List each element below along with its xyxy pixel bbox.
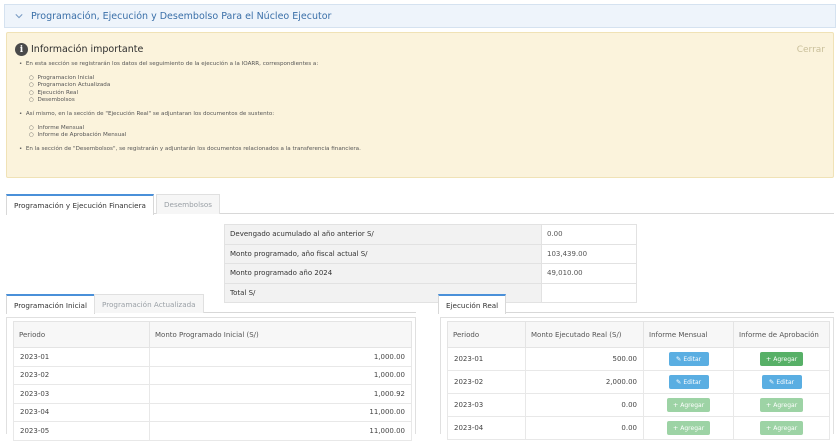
amount-cell: 1,000.00 [149,365,412,385]
period-cell: 2023-03 [447,393,526,417]
column-header: Monto Ejecutado Real (S/) [525,321,644,348]
summary-row: Monto programado año 2024 49,010.00 [224,263,637,284]
period-cell: 2023-04 [13,402,150,422]
summary-value: 49,010.00 [541,263,637,284]
table-row: 2023-03 1,000.92 [13,384,412,404]
tab-ejecucion-real[interactable]: Ejecución Real [438,294,507,314]
plus-icon: + [672,424,679,432]
amount-cell: 0.00 [525,416,644,440]
summary-row: Devengado acumulado al año anterior S/ 0… [224,224,637,245]
programacion-inicial-table: Periodo Monto Programado Inicial (S/) 20… [13,321,412,441]
period-cell: 2023-05 [13,421,150,441]
edit-icon: ✎ [675,378,682,386]
alert-title: Información importante [31,44,144,55]
edit-icon: ✎ [675,355,682,363]
alert-body: • En esta sección se registrarán los dat… [15,61,361,153]
amount-cell: 11,000.00 [149,402,412,422]
edit-icon: ✎ [768,378,775,386]
ejecucion-real-table: Periodo Monto Ejecutado Real (S/) Inform… [447,321,830,440]
summary-table: Devengado acumulado al año anterior S/ 0… [224,224,637,303]
alert-sub-item: ○ Informe de Aprobación Mensual [29,132,127,139]
period-cell: 2023-02 [13,365,150,385]
table-row: 2023-04 11,000.00 [13,402,412,422]
tab-programacion-inicial[interactable]: Programación Inicial [6,294,95,314]
chevron-down-icon [15,14,23,19]
informe-aprobacion-cell: + Agregar [733,416,830,440]
amount-cell: 2,000.00 [525,370,644,394]
period-cell: 2023-02 [447,370,526,394]
alert-line: • En esta sección se registrarán los dat… [19,61,319,67]
alert-title-row: i Información importante [15,43,143,56]
amount-cell: 11,000.00 [149,421,412,441]
edit-informe-mensual-button[interactable]: ✎ Editar [668,375,709,389]
column-header: Monto Programado Inicial (S/) [149,321,412,348]
programacion-tabs: Programación Inicial Programación Actual… [6,294,416,314]
column-header: Informe de Aprobación [733,321,830,348]
informe-aprobacion-cell: ✎ Editar [733,370,830,394]
section-header[interactable]: Programación, Ejecución y Desembolso Par… [4,4,836,28]
period-cell: 2023-04 [447,416,526,440]
column-header: Periodo [447,321,526,348]
period-cell: 2023-01 [447,347,526,371]
alert-close-button[interactable]: Cerrar [797,45,825,55]
tab-programacion-actualizada[interactable]: Programación Actualizada [94,294,204,313]
summary-row: Monto programado, año fiscal actual S/ 1… [224,243,637,264]
ejecucion-tabs: Ejecución Real [438,294,834,314]
plus-icon: + [672,401,679,409]
table-row: 2023-01 1,000.00 [13,347,412,367]
edit-informe-aprobacion-button[interactable]: ✎ Editar [761,375,802,389]
column-header: Informe Mensual [643,321,734,348]
period-cell: 2023-03 [13,384,150,404]
informe-aprobacion-cell: + Agregar [733,393,830,417]
main-tabs: Programación y Ejecución Financiera Dese… [6,194,834,215]
section-title: Programación, Ejecución y Desembolso Par… [31,10,332,22]
informe-mensual-cell: ✎ Editar [643,370,734,394]
table-row: 2023-02 1,000.00 [13,365,412,385]
summary-label: Monto programado, año fiscal actual S/ [224,243,542,264]
table-row: 2023-01 500.00 ✎ Editar + Agregar [447,347,830,371]
alert-line: • Así mismo, en la sección de "Ejecución… [19,110,275,117]
info-alert: i Información importante Cerrar • En est… [6,32,834,178]
informe-mensual-cell: ✎ Editar [643,347,734,371]
add-informe-aprobacion-button[interactable]: + Agregar [759,421,804,435]
alert-line: • En la sección de "Desembolsos", se reg… [19,145,361,152]
info-icon: i [15,43,28,56]
table-row: 2023-04 0.00 + Agregar + Agregar [447,416,830,440]
add-informe-aprobacion-button[interactable]: + Agregar [759,352,804,366]
column-header: Periodo [13,321,150,348]
alert-sub-item: ○ Ejecución Real [29,89,79,96]
tab-desembolsos[interactable]: Desembolsos [156,194,220,214]
summary-value: 0.00 [541,224,637,245]
summary-value: 103,439.00 [541,243,637,264]
table-row: 2023-05 11,000.00 [13,421,412,441]
table-row: 2023-02 2,000.00 ✎ Editar ✎ Editar [447,370,830,394]
table-header-row: Periodo Monto Programado Inicial (S/) [13,321,412,348]
informe-mensual-cell: + Agregar [643,393,734,417]
alert-sub-item: ○ Programacion Inicial [29,74,95,81]
period-cell: 2023-01 [13,347,150,367]
amount-cell: 0.00 [525,393,644,417]
amount-cell: 500.00 [525,347,644,371]
amount-cell: 1,000.92 [149,384,412,404]
alert-sub-item: ○ Desembolsos [29,97,75,104]
tab-programacion-ejecucion[interactable]: Programación y Ejecución Financiera [6,194,154,215]
amount-cell: 1,000.00 [149,347,412,367]
programacion-inicial-panel: Periodo Monto Programado Inicial (S/) 20… [6,317,416,441]
summary-label: Devengado acumulado al año anterior S/ [224,224,542,245]
ejecucion-real-panel: Periodo Monto Ejecutado Real (S/) Inform… [440,317,834,440]
add-informe-aprobacion-button[interactable]: + Agregar [759,398,804,412]
informe-mensual-cell: + Agregar [643,416,734,440]
informe-aprobacion-cell: + Agregar [733,347,830,371]
plus-icon: + [765,355,772,363]
edit-informe-mensual-button[interactable]: ✎ Editar [668,352,709,366]
table-row: 2023-03 0.00 + Agregar + Agregar [447,393,830,417]
alert-sub-item: ○ Programacion Actualizada [29,82,111,89]
add-informe-mensual-button[interactable]: + Agregar [666,398,711,412]
summary-label: Monto programado año 2024 [224,263,542,284]
table-header-row: Periodo Monto Ejecutado Real (S/) Inform… [447,321,830,348]
add-informe-mensual-button[interactable]: + Agregar [666,421,711,435]
plus-icon: + [765,401,772,409]
plus-icon: + [765,424,772,432]
